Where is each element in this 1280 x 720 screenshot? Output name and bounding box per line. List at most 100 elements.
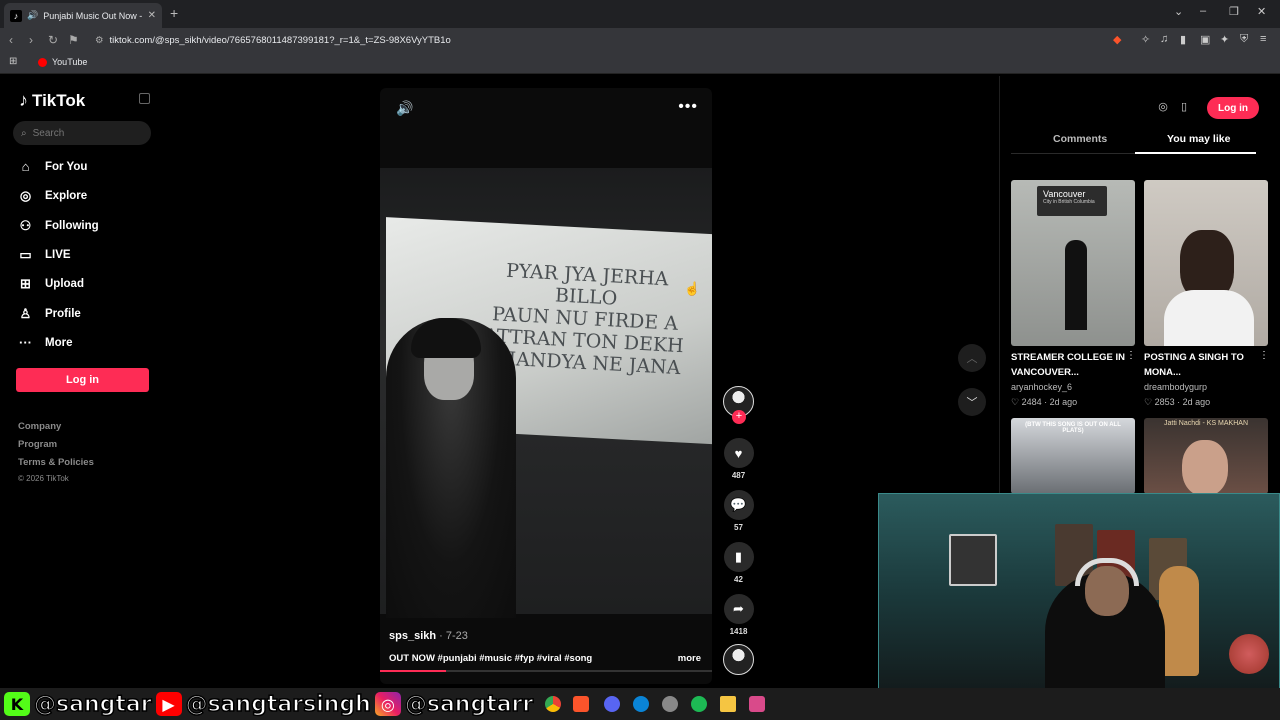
- collapse-sidebar-icon[interactable]: [139, 93, 150, 104]
- recommended-video-thumbnail[interactable]: Vancouver City in British Columbia: [1011, 180, 1135, 346]
- nav-profile[interactable]: ♙ Profile: [18, 306, 81, 322]
- save-count: 42: [734, 575, 743, 584]
- sound-avatar[interactable]: [722, 644, 755, 675]
- more-options-icon[interactable]: ⋮: [1126, 350, 1136, 361]
- url-field[interactable]: ⚙ tiktok.com/@sps_sikh/video/76657680114…: [95, 31, 1105, 49]
- search-icon: ⌕: [21, 127, 27, 139]
- header-login-button[interactable]: Log in: [1207, 97, 1259, 119]
- share-count: 1418: [729, 627, 748, 636]
- more-options-icon[interactable]: ⋮: [1259, 350, 1269, 361]
- nav-upload[interactable]: ⊞ Upload: [18, 276, 84, 292]
- comment-action[interactable]: 💬 57: [722, 490, 755, 532]
- footer-terms-link[interactable]: Terms & Policies: [18, 457, 94, 468]
- spotify-icon[interactable]: [691, 696, 707, 712]
- save-action[interactable]: ▮ 42: [722, 542, 755, 584]
- search-input[interactable]: [32, 127, 133, 139]
- brave-icon[interactable]: [573, 696, 589, 712]
- like-count: 2853: [1154, 397, 1175, 407]
- logo-text: TikTok: [32, 90, 86, 110]
- beanie: [411, 318, 481, 358]
- video-progress-bar[interactable]: [380, 670, 712, 672]
- video-author[interactable]: sps_sikh · 7-23: [389, 630, 468, 642]
- app-icon[interactable]: [749, 696, 765, 712]
- browser-tab[interactable]: ♪ 🔊 Punjabi Music Out Now - Ne ✕: [4, 3, 162, 28]
- recommended-video-stats: ♡ 2853 · 2d ago: [1144, 397, 1211, 407]
- person-silhouette: [386, 318, 516, 618]
- wallet-icon[interactable]: ▣: [1200, 33, 1210, 46]
- leo-ai-icon[interactable]: ✦: [1220, 33, 1229, 46]
- edge-icon[interactable]: [633, 696, 649, 712]
- recommended-video-user[interactable]: dreambodygurp: [1144, 382, 1207, 392]
- recommended-video-title[interactable]: POSTING A SINGH TO MONA...: [1144, 350, 1268, 380]
- active-tab-indicator: [1135, 152, 1256, 154]
- close-window-icon[interactable]: ✕: [1257, 5, 1266, 18]
- tab-search-icon[interactable]: ⌄: [1174, 5, 1183, 18]
- search-box[interactable]: ⌕: [13, 121, 151, 145]
- social-handles-overlay: K @sangtar ▶ @sangtarsingh ◎ @sangtarr: [4, 688, 534, 720]
- recommended-video-title[interactable]: STREAMER COLLEGE IN VANCOUVER...: [1011, 350, 1135, 380]
- recommended-video-user[interactable]: aryanhockey_6: [1011, 382, 1072, 392]
- recommended-video-thumbnail[interactable]: Jatti Nachdi - KS MAKHAN: [1144, 418, 1268, 494]
- video-caption: OUT NOW #punjabi #music #fyp #viral #son…: [389, 653, 593, 664]
- caption-more-link[interactable]: more: [678, 653, 701, 664]
- glow-light: [1229, 634, 1269, 674]
- nav-following[interactable]: ⚇ Following: [18, 218, 99, 234]
- nav-explore[interactable]: ◎ Explore: [18, 188, 87, 204]
- person-figure: [1065, 240, 1087, 330]
- more-options-icon[interactable]: •••: [678, 98, 698, 116]
- share-icon: ➦: [723, 594, 754, 624]
- apps-grid-icon[interactable]: ⊞: [9, 56, 17, 67]
- volume-icon[interactable]: 🔊: [396, 100, 413, 117]
- tiktok-logo[interactable]: ♪ TikTok: [19, 90, 85, 111]
- recommended-video-stats: ♡ 2484 · 2d ago: [1011, 397, 1078, 407]
- nav-more[interactable]: ··· More: [18, 335, 72, 350]
- forward-icon[interactable]: ›: [29, 33, 33, 47]
- streamer: [1045, 558, 1165, 688]
- site-info-icon[interactable]: ⚙: [95, 35, 104, 46]
- tab-you-may-like[interactable]: You may like: [1167, 133, 1230, 145]
- discord-icon[interactable]: [604, 696, 620, 712]
- creator-avatar[interactable]: +: [722, 386, 755, 424]
- footer-program-link[interactable]: Program: [18, 439, 57, 450]
- recommended-video-thumbnail[interactable]: (BTW THIS SONG IS OUT ON ALL PLATS): [1011, 418, 1135, 494]
- recommended-video-thumbnail[interactable]: [1144, 180, 1268, 346]
- compass-icon[interactable]: ◎: [1153, 100, 1173, 118]
- vpn-icon[interactable]: ⛨: [1240, 33, 1248, 46]
- sidebar: ♪ TikTok ⌕ ⌂ For You ◎ Explore ⚇ Followi…: [0, 76, 165, 686]
- new-tab-button[interactable]: +: [170, 5, 178, 21]
- bookmark-youtube[interactable]: YouTube: [38, 57, 87, 67]
- tiktok-favicon-icon: ♪: [10, 9, 22, 22]
- music-icon[interactable]: ♫: [1160, 33, 1168, 45]
- sidebar-icon[interactable]: ▮: [1180, 33, 1186, 46]
- footer-company-link[interactable]: Company: [18, 421, 61, 432]
- phone-icon[interactable]: ▯: [1174, 100, 1194, 118]
- like-action[interactable]: ♥ 487: [722, 438, 755, 480]
- extensions-icon[interactable]: ✧: [1141, 33, 1150, 46]
- minimize-icon[interactable]: –: [1200, 5, 1206, 17]
- thumbnail-caption: (BTW THIS SONG IS OUT ON ALL PLATS): [1025, 422, 1121, 434]
- file-explorer-icon[interactable]: [720, 696, 736, 712]
- tab-comments[interactable]: Comments: [1053, 133, 1107, 145]
- nav-label: For You: [45, 160, 88, 173]
- bookmark-label: YouTube: [52, 57, 88, 67]
- nav-live[interactable]: ▭ LIVE: [18, 247, 70, 263]
- share-action[interactable]: ➦ 1418: [722, 594, 755, 636]
- sidebar-login-button[interactable]: Log in: [16, 368, 149, 392]
- close-tab-icon[interactable]: ✕: [148, 10, 156, 21]
- chrome-icon[interactable]: [545, 696, 561, 712]
- previous-video-button[interactable]: ︿: [958, 344, 986, 372]
- location-tag: Vancouver City in British Columbia: [1037, 186, 1107, 216]
- heart-outline-icon: ♡: [1144, 397, 1153, 407]
- video-player[interactable]: 🔊 ••• PYAR JYA JERHA BILLO PAUN NU FIRDE…: [380, 88, 712, 684]
- reload-icon[interactable]: ↻: [48, 33, 58, 47]
- chatgpt-icon[interactable]: [662, 696, 678, 712]
- back-icon[interactable]: ‹: [9, 33, 13, 47]
- youtube-icon: ▶: [155, 692, 182, 716]
- bookmark-icon[interactable]: ⚑: [68, 33, 79, 47]
- maximize-icon[interactable]: ❐: [1229, 5, 1239, 18]
- next-video-button[interactable]: ﹀: [958, 388, 986, 416]
- follow-plus-icon[interactable]: +: [732, 410, 746, 424]
- menu-icon[interactable]: ≡: [1260, 33, 1266, 45]
- brave-shield-icon[interactable]: ◆: [1113, 33, 1121, 46]
- nav-for-you[interactable]: ⌂ For You: [18, 159, 88, 174]
